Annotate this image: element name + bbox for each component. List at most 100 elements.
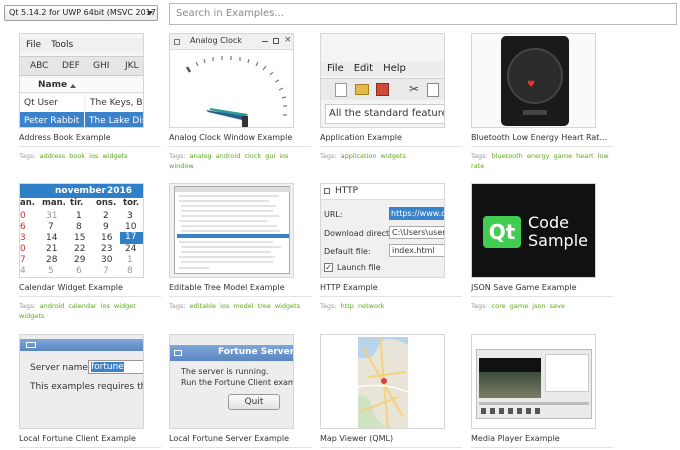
calendar-header: november 2016 xyxy=(20,184,143,198)
thumbnail[interactable]: File Tools ABC DEF GHI JKL Name Qt User T… xyxy=(19,33,144,128)
tag-link[interactable]: ios xyxy=(101,302,110,310)
column-header-name: Name xyxy=(38,80,68,90)
tag-link[interactable]: widgets xyxy=(275,302,300,310)
playback-controls xyxy=(481,408,541,414)
table-cell: The Keys, B xyxy=(86,94,143,112)
tag-link[interactable]: tree xyxy=(258,302,271,310)
thumbnail[interactable] xyxy=(471,334,596,429)
example-title[interactable]: Media Player Example xyxy=(471,434,619,443)
example-title[interactable]: Calendar Widget Example xyxy=(19,283,167,292)
tag-link[interactable]: application xyxy=(341,152,377,160)
tag-link[interactable]: book xyxy=(69,152,85,160)
tag-link[interactable]: address xyxy=(40,152,66,160)
menu-edit: Edit xyxy=(353,63,374,74)
tag-link[interactable]: window xyxy=(169,162,194,170)
divider xyxy=(19,146,161,147)
window-icon xyxy=(174,39,180,45)
thumbnail[interactable]: Fortune Server The server is running. Ru… xyxy=(169,334,294,429)
tag-link[interactable]: ios xyxy=(279,152,288,160)
example-title[interactable]: JSON Save Game Example xyxy=(471,283,619,292)
text-editor: All the standard features of xyxy=(325,104,444,124)
example-title[interactable]: Address Book Example xyxy=(19,133,167,142)
tag-link[interactable]: widgets xyxy=(102,152,127,160)
thumbnail[interactable]: Analog Clock × xyxy=(169,33,294,128)
tag-list: Tags: application widgets xyxy=(320,151,460,161)
tag-link[interactable]: bluetooth xyxy=(492,152,523,160)
progress-slider xyxy=(479,402,589,405)
tab-bar: ABC DEF GHI JKL xyxy=(20,56,143,76)
table-cell-selected: Peter Rabbit xyxy=(20,112,84,127)
search-input[interactable]: Search in Examples... xyxy=(169,3,677,25)
divider xyxy=(19,447,161,448)
thumbnail[interactable] xyxy=(320,334,445,429)
tag-link[interactable]: rate xyxy=(471,162,484,170)
example-title[interactable]: Editable Tree Model Example xyxy=(169,283,317,292)
example-title[interactable]: Application Example xyxy=(320,133,468,142)
url-label: URL: xyxy=(324,210,343,219)
window-title: HTTP xyxy=(335,186,359,196)
code-text: Code xyxy=(528,213,569,232)
tag-link[interactable]: widget xyxy=(114,302,136,310)
thumbnail[interactable]: ♥ xyxy=(471,33,596,128)
thumbnail[interactable]: Qt Code Sample xyxy=(471,183,596,278)
tag-link[interactable]: json xyxy=(532,302,545,310)
tags-label: Tags: xyxy=(471,152,488,160)
status-text: The server is running. xyxy=(181,367,269,376)
table-cell-selected: The Lake Dist xyxy=(85,112,143,127)
example-title[interactable]: Bluetooth Low Energy Heart Rat... xyxy=(471,133,619,142)
tag-link[interactable]: calendar xyxy=(68,302,96,310)
thumbnail[interactable]: Server name: fortune This examples requi… xyxy=(19,334,144,429)
tag-link[interactable]: gui xyxy=(265,152,275,160)
thumbnail[interactable]: HTTP URL: https://www.qt.io Download dir… xyxy=(320,183,445,278)
divider xyxy=(320,447,462,448)
thumbnail[interactable]: november 2016 an. man. tir. ons. tor. 03… xyxy=(19,183,144,278)
tag-link[interactable]: editable xyxy=(190,302,216,310)
tag-link[interactable]: network xyxy=(358,302,384,310)
tab-def: DEF xyxy=(62,61,80,71)
tag-link[interactable]: android xyxy=(216,152,241,160)
menu-bar: File Tools xyxy=(20,38,143,52)
tags-label: Tags: xyxy=(169,302,186,310)
minimize-icon xyxy=(262,41,268,42)
tag-link[interactable]: http xyxy=(341,302,354,310)
menu-tools: Tools xyxy=(51,40,74,50)
example-title[interactable]: Local Fortune Client Example xyxy=(19,434,167,443)
tag-link[interactable]: core xyxy=(492,302,506,310)
thumbnail[interactable] xyxy=(169,183,294,278)
server-name-field: fortune xyxy=(88,360,143,374)
example-title[interactable]: Analog Clock Window Example xyxy=(169,133,317,142)
example-title[interactable]: Map Viewer (QML) xyxy=(320,434,468,443)
tag-link[interactable]: model xyxy=(233,302,253,310)
example-title[interactable]: Local Fortune Server Example xyxy=(169,434,317,443)
tag-list: Tags: analog android clock gui ios window xyxy=(169,151,309,171)
window-title: Analog Clock xyxy=(190,36,242,45)
copy-icon xyxy=(427,83,439,97)
tag-link[interactable]: low xyxy=(598,152,609,160)
new-file-icon xyxy=(335,83,347,97)
tag-link[interactable]: widgets xyxy=(381,152,406,160)
tag-link[interactable]: ios xyxy=(220,302,229,310)
tag-link[interactable]: energy xyxy=(527,152,550,160)
kit-selector-dropdown[interactable]: Qt 5.14.2 for UWP 64bit (MSVC 2017) xyxy=(4,5,158,21)
tags-label: Tags: xyxy=(169,152,186,160)
default-file-label: Default file: xyxy=(324,247,371,256)
tag-link[interactable]: game xyxy=(554,152,572,160)
tag-link[interactable]: android xyxy=(40,302,65,310)
window-titlebar: Analog Clock × xyxy=(170,34,293,50)
tag-list: Tags: core game json save xyxy=(471,301,611,311)
close-icon: × xyxy=(284,35,292,45)
tag-link[interactable]: widgets xyxy=(19,312,44,320)
divider xyxy=(169,447,311,448)
menu-file: File xyxy=(26,40,42,50)
tag-link[interactable]: heart xyxy=(576,152,593,160)
tag-link[interactable]: game xyxy=(510,302,528,310)
tag-link[interactable]: save xyxy=(550,302,565,310)
window-titlebar xyxy=(20,339,143,351)
tag-link[interactable]: ios xyxy=(89,152,98,160)
tag-link[interactable]: clock xyxy=(244,152,261,160)
example-title[interactable]: HTTP Example xyxy=(320,283,468,292)
search-placeholder: Search in Examples... xyxy=(176,8,284,19)
thumbnail[interactable]: File Edit Help ✂ All the standard features… xyxy=(320,33,445,128)
tab-abc: ABC xyxy=(30,61,49,71)
tag-link[interactable]: analog xyxy=(190,152,212,160)
